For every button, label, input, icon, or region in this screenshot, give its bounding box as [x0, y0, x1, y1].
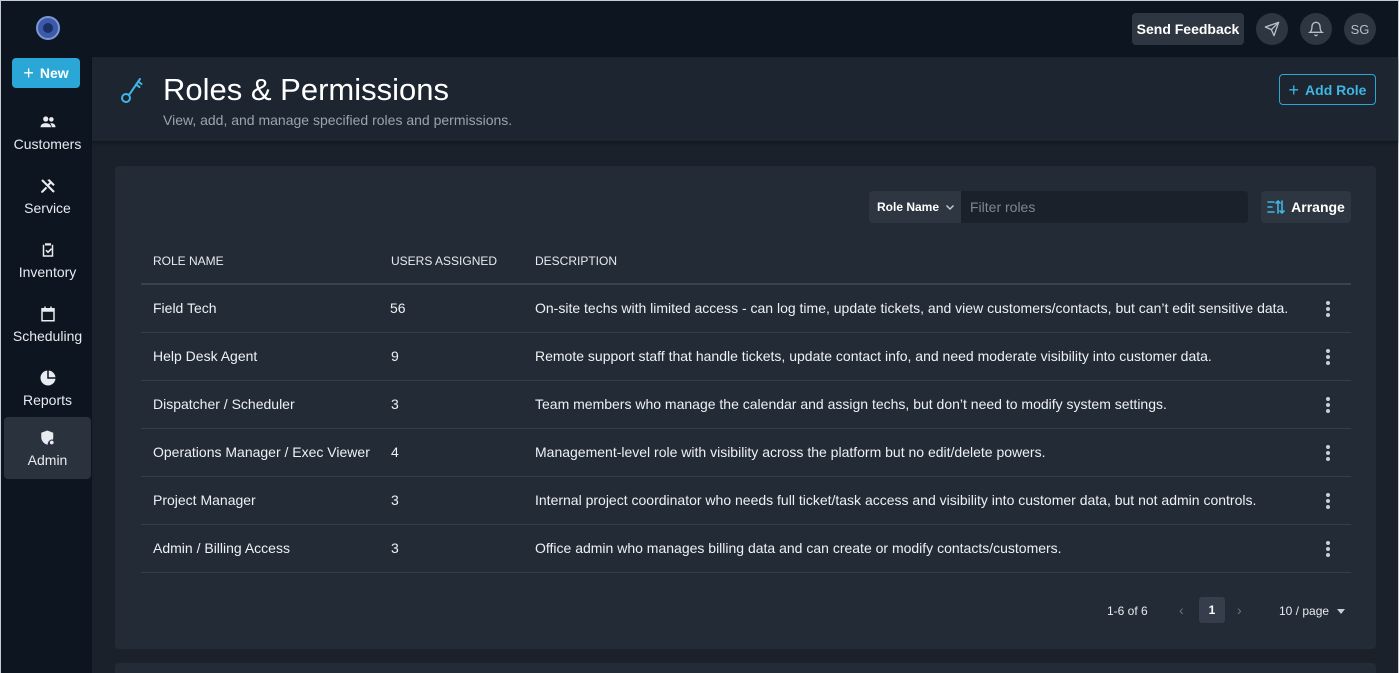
table-row[interactable]: Help Desk Agent 9 Remote support staff t… — [141, 333, 1351, 381]
role-description: Management-level role with visibility ac… — [535, 444, 1046, 460]
users-assigned: 3 — [391, 492, 399, 508]
avatar[interactable]: SG — [1344, 13, 1376, 45]
arrange-icon — [1267, 200, 1285, 214]
send-feedback-button[interactable]: Send Feedback — [1132, 13, 1244, 45]
role-name: Project Manager — [153, 492, 256, 508]
filter-field-label: Role Name — [877, 200, 940, 214]
page-subtitle: View, add, and manage specified roles an… — [163, 112, 513, 128]
top-bar: Send Feedback SG — [1, 1, 1398, 57]
table-row[interactable]: Admin / Billing Access 3 Office admin wh… — [141, 525, 1351, 573]
roles-card: Role Name Arrange ROLE NAME USERS ASSIGN… — [115, 166, 1376, 649]
users-assigned: 4 — [391, 444, 399, 460]
role-description: Internal project coordinator who needs f… — [535, 492, 1257, 508]
page-title: Roles & Permissions — [163, 72, 449, 107]
sidebar-item-label: Inventory — [18, 263, 77, 280]
role-name: Field Tech — [153, 300, 217, 316]
role-description: On-site techs with limited access - can … — [535, 300, 1289, 316]
column-header-description[interactable]: DESCRIPTION — [535, 254, 617, 268]
clipboard-check-icon — [42, 242, 53, 257]
page-header: Roles & Permissions View, add, and manag… — [92, 57, 1398, 141]
filter-roles-input[interactable] — [961, 191, 1248, 223]
arrange-label: Arrange — [1291, 199, 1345, 215]
new-button[interactable]: + New — [12, 58, 80, 88]
users-icon — [40, 115, 55, 127]
column-header-role-name[interactable]: ROLE NAME — [153, 254, 224, 268]
plus-icon: + — [23, 63, 34, 83]
row-actions-icon[interactable] — [1319, 347, 1337, 367]
column-header-users-assigned[interactable]: USERS ASSIGNED — [391, 254, 497, 268]
new-button-label: New — [39, 65, 69, 81]
row-actions-icon[interactable] — [1319, 491, 1337, 511]
row-actions-icon[interactable] — [1319, 443, 1337, 463]
bell-icon — [1308, 21, 1324, 37]
table-row[interactable]: Operations Manager / Exec Viewer 4 Manag… — [141, 429, 1351, 477]
chevron-down-icon — [946, 205, 955, 210]
sidebar-item-label: Reports — [22, 391, 73, 408]
table-row[interactable]: Project Manager 3 Internal project coord… — [141, 477, 1351, 525]
filter-field-select[interactable]: Role Name — [869, 191, 961, 223]
sidebar-item-service[interactable]: Service — [4, 165, 91, 227]
table-row[interactable]: Field Tech 56 On-site techs with limited… — [141, 285, 1351, 333]
role-description: Team members who manage the calendar and… — [535, 396, 1167, 412]
chevron-right-icon[interactable]: › — [1237, 602, 1242, 618]
users-assigned: 56 — [390, 300, 406, 316]
app-logo[interactable] — [36, 16, 60, 40]
roles-table: ROLE NAME USERS ASSIGNED DESCRIPTION Fie… — [141, 237, 1351, 573]
arrange-button[interactable]: Arrange — [1261, 191, 1351, 223]
page-button-current[interactable]: 1 — [1199, 597, 1225, 623]
users-assigned: 9 — [391, 348, 399, 364]
sidebar-item-inventory[interactable]: Inventory — [4, 229, 91, 291]
key-icon — [121, 78, 143, 103]
caret-down-icon[interactable] — [1337, 609, 1345, 614]
sidebar-item-reports[interactable]: Reports — [4, 357, 91, 419]
role-name: Admin / Billing Access — [153, 540, 290, 556]
chevron-left-icon[interactable]: ‹ — [1179, 602, 1184, 618]
table-row[interactable]: Dispatcher / Scheduler 3 Team members wh… — [141, 381, 1351, 429]
page-size-select[interactable]: 10 / page — [1279, 604, 1329, 618]
tools-icon — [40, 178, 55, 193]
secondary-card — [115, 663, 1376, 673]
role-name: Dispatcher / Scheduler — [153, 396, 295, 412]
role-name: Help Desk Agent — [153, 348, 258, 364]
role-description: Remote support staff that handle tickets… — [535, 348, 1212, 364]
sidebar-item-label: Admin — [27, 451, 68, 468]
sidebar-item-label: Scheduling — [12, 327, 83, 344]
sidebar-item-scheduling[interactable]: Scheduling — [4, 293, 91, 355]
role-description: Office admin who manages billing data an… — [535, 540, 1062, 556]
pagination-total: 1-6 of 6 — [1107, 604, 1148, 618]
users-assigned: 3 — [391, 540, 399, 556]
sidebar-item-admin[interactable]: Admin — [4, 417, 91, 479]
row-actions-icon[interactable] — [1319, 539, 1337, 559]
main-content: Roles & Permissions View, add, and manag… — [92, 57, 1398, 673]
paper-plane-icon — [1264, 21, 1280, 37]
sidebar-item-label: Service — [24, 199, 71, 216]
table-header: ROLE NAME USERS ASSIGNED DESCRIPTION — [141, 237, 1351, 285]
sidebar-item-customers[interactable]: Customers — [4, 101, 91, 163]
add-role-button[interactable]: + Add Role — [1279, 74, 1376, 105]
calendar-icon — [40, 306, 55, 321]
role-name: Operations Manager / Exec Viewer — [153, 444, 370, 460]
row-actions-icon[interactable] — [1319, 395, 1337, 415]
add-role-label: Add Role — [1305, 81, 1367, 98]
plus-icon: + — [1288, 79, 1300, 100]
pie-chart-icon — [40, 370, 55, 385]
users-assigned: 3 — [391, 396, 399, 412]
notifications-button[interactable] — [1300, 13, 1332, 45]
pagination: 1-6 of 6 ‹ 1 › 10 / page — [115, 597, 1376, 627]
send-button[interactable] — [1256, 13, 1288, 45]
sidebar: + New Customers Service Inventory Schedu… — [1, 57, 92, 673]
row-actions-icon[interactable] — [1319, 299, 1337, 319]
sidebar-item-label: Customers — [13, 135, 82, 152]
shield-gear-icon — [40, 430, 55, 445]
